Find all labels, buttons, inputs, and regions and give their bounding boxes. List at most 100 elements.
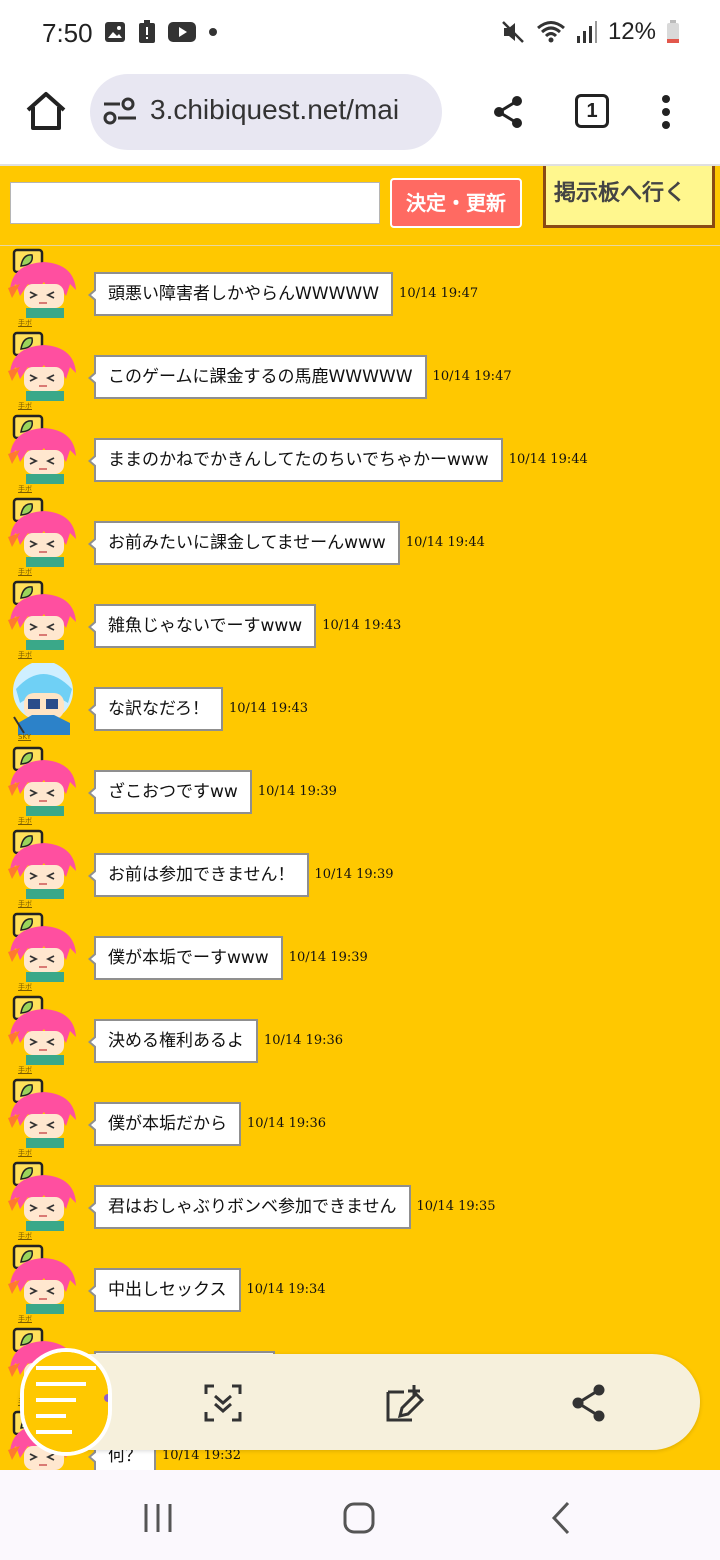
chat-row: 手ボ 決める権利あるよ 10/14 19:36	[0, 995, 720, 1078]
status-left-icons	[104, 20, 218, 44]
alert-icon	[139, 20, 155, 43]
battery-percent: 12%	[607, 18, 656, 45]
message-bubble: お前みたいに課金してませーんwww	[88, 521, 400, 565]
message-timestamp: 10/14 19:35	[416, 1199, 496, 1214]
screenshot-toolbar	[20, 1348, 700, 1456]
user-avatar[interactable]	[6, 414, 80, 486]
message-timestamp: 10/14 19:44	[508, 452, 588, 467]
user-avatar[interactable]	[6, 995, 80, 1067]
status-right-icons: 12%	[500, 18, 680, 46]
chat-row: 手ボ このゲームに課金するの馬鹿WWWWW 10/14 19:47	[0, 331, 720, 414]
recents-icon[interactable]	[140, 1500, 176, 1536]
update-button[interactable]: 決定・更新	[390, 178, 522, 228]
status-time: 7:50	[42, 18, 93, 48]
user-avatar[interactable]	[6, 1161, 80, 1233]
user-avatar[interactable]	[6, 663, 80, 735]
message-bubble: 僕が本垢だから	[88, 1102, 241, 1146]
status-bar: 7:50 12%	[0, 0, 720, 68]
browser-toolbar: 3.chibiquest.net/mai 1	[0, 68, 720, 164]
user-avatar[interactable]	[6, 248, 80, 320]
message-bubble: お前は参加できません！	[88, 853, 309, 897]
board-button[interactable]: 掲示板へ行く	[543, 166, 715, 228]
dot-icon	[209, 28, 217, 36]
chat-row: SKY な訳なだろ！ 10/14 19:43	[0, 663, 720, 746]
message-input[interactable]	[10, 182, 380, 224]
user-name-link[interactable]: 手ボ	[18, 567, 32, 577]
message-timestamp: 10/14 19:32	[162, 1448, 242, 1463]
more-menu-icon[interactable]	[658, 94, 674, 130]
message-bubble: ままのかねでかきんしてたのちいでちゃかーwww	[88, 438, 503, 482]
chat-row: 手ボ 頭悪い障害者しかやらんWWWWW 10/14 19:47	[0, 248, 720, 331]
navigation-bar	[0, 1470, 720, 1560]
edit-icon[interactable]	[384, 1382, 426, 1424]
mute-icon	[502, 21, 524, 43]
message-bubble: 僕が本垢でーすwww	[88, 936, 283, 980]
chat-row: 手ボ 中出しセックス 10/14 19:34	[0, 1244, 720, 1327]
tab-count-button[interactable]: 1	[575, 94, 609, 128]
user-avatar[interactable]	[6, 829, 80, 901]
message-bubble: 決める権利あるよ	[88, 1019, 258, 1063]
user-name-link[interactable]: 手ボ	[18, 1231, 32, 1241]
user-name-link[interactable]: 手ボ	[18, 650, 32, 660]
chat-row: 手ボ ままのかねでかきんしてたのちいでちゃかーwww 10/14 19:44	[0, 414, 720, 497]
url-text: 3.chibiquest.net/mai	[150, 94, 400, 125]
chat-page: 決定・更新 掲示板へ行く 手ボ 頭悪い障害者しかやらんWWWWW 10/14 19:…	[0, 164, 720, 1470]
scroll-capture-icon[interactable]	[202, 1382, 244, 1424]
user-avatar[interactable]	[6, 580, 80, 652]
user-name-link[interactable]: 手ボ	[18, 1314, 32, 1324]
message-timestamp: 10/14 19:43	[322, 618, 402, 633]
message-bubble: このゲームに課金するの馬鹿WWWWW	[88, 355, 427, 399]
back-icon[interactable]	[544, 1500, 580, 1536]
signal-icon	[576, 21, 597, 43]
screenshot-thumbnail[interactable]	[20, 1348, 112, 1456]
chat-row: 手ボ 雑魚じゃないでーすwww 10/14 19:43	[0, 580, 720, 663]
user-name-link[interactable]: 手ボ	[18, 401, 32, 411]
user-avatar[interactable]	[6, 1078, 80, 1150]
chat-row: 手ボ 僕が本垢だから 10/14 19:36	[0, 1078, 720, 1161]
url-bar[interactable]: 3.chibiquest.net/mai	[90, 74, 442, 150]
share-icon[interactable]	[490, 94, 526, 130]
share-icon[interactable]	[568, 1382, 610, 1424]
message-timestamp: 10/14 19:36	[247, 1116, 327, 1131]
user-name-link[interactable]: 手ボ	[18, 982, 32, 992]
message-timestamp: 10/14 19:39	[314, 867, 394, 882]
user-name-link[interactable]: SKY	[18, 733, 31, 741]
home-icon[interactable]	[341, 1500, 377, 1536]
message-timestamp: 10/14 19:47	[399, 286, 479, 301]
youtube-icon	[168, 22, 196, 42]
message-timestamp: 10/14 19:34	[246, 1282, 326, 1297]
chat-row: 手ボ 僕が本垢でーすwww 10/14 19:39	[0, 912, 720, 995]
chat-row: 手ボ ざこおつですww 10/14 19:39	[0, 746, 720, 829]
user-avatar[interactable]	[6, 746, 80, 818]
user-name-link[interactable]: 手ボ	[18, 899, 32, 909]
user-avatar[interactable]	[6, 912, 80, 984]
user-avatar[interactable]	[6, 1244, 80, 1316]
user-avatar[interactable]	[6, 331, 80, 403]
thumbnail-preview	[24, 1352, 108, 1452]
user-name-link[interactable]: 手ボ	[18, 484, 32, 494]
message-timestamp: 10/14 19:43	[228, 701, 309, 716]
site-settings-icon[interactable]	[102, 96, 140, 128]
user-name-link[interactable]: 手ボ	[18, 1148, 32, 1158]
chat-row: 手ボ お前みたいに課金してませーんwww 10/14 19:44	[0, 497, 720, 580]
user-avatar[interactable]	[6, 497, 80, 569]
message-bubble: 君はおしゃぶりボンベ参加できません	[88, 1185, 411, 1229]
chat-row: 手ボ 君はおしゃぶりボンベ参加できません 10/14 19:35	[0, 1161, 720, 1244]
user-name-link[interactable]: 手ボ	[18, 816, 32, 826]
chat-controls: 決定・更新 掲示板へ行く	[0, 166, 720, 246]
message-timestamp: 10/14 19:39	[257, 784, 337, 799]
user-name-link[interactable]: 手ボ	[18, 1065, 32, 1075]
message-bubble: 中出しセックス	[88, 1268, 241, 1312]
wifi-icon	[536, 21, 565, 43]
chat-row: 手ボ お前は参加できません！ 10/14 19:39	[0, 829, 720, 912]
message-timestamp: 10/14 19:36	[264, 1033, 344, 1048]
image-icon	[105, 22, 125, 42]
message-bubble: 頭悪い障害者しかやらんWWWWW	[87, 272, 394, 316]
message-timestamp: 10/14 19:39	[288, 950, 368, 965]
user-name-link[interactable]: 手ボ	[18, 318, 32, 328]
home-icon[interactable]	[22, 88, 70, 136]
message-timestamp: 10/14 19:47	[432, 369, 512, 384]
message-bubble: 雑魚じゃないでーすwww	[87, 604, 317, 648]
message-timestamp: 10/14 19:44	[405, 535, 485, 550]
message-bubble: な訳なだろ！	[88, 687, 223, 731]
